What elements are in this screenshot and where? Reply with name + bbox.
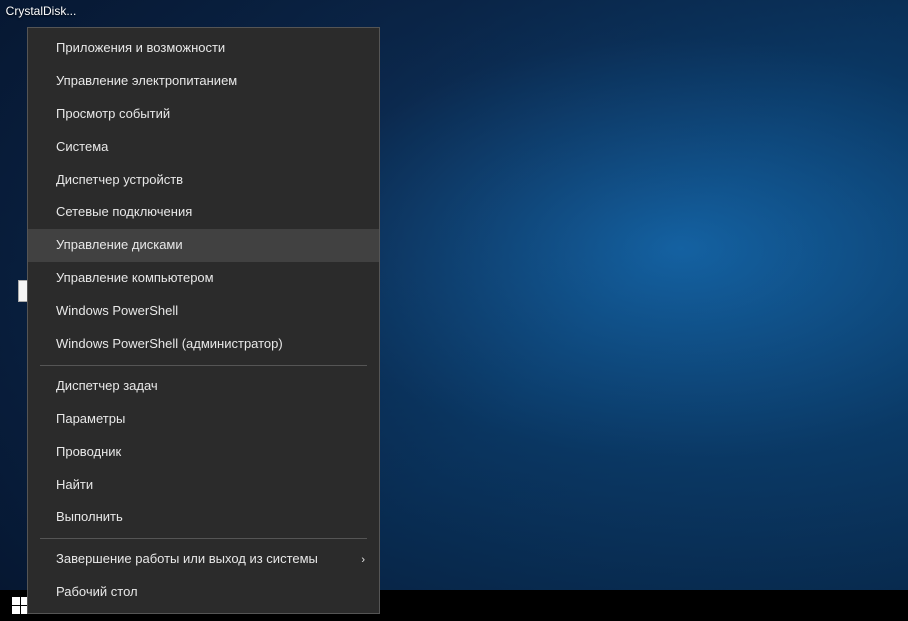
menu-item-label: Система bbox=[56, 139, 108, 156]
menu-item-power-mgmt[interactable]: Управление электропитанием bbox=[28, 65, 379, 98]
menu-item-label: Завершение работы или выход из системы bbox=[56, 551, 318, 568]
menu-item-label: Сетевые подключения bbox=[56, 204, 192, 221]
menu-item-search[interactable]: Найти bbox=[28, 469, 379, 502]
menu-item-device-manager[interactable]: Диспетчер устройств bbox=[28, 164, 379, 197]
menu-item-powershell-admin[interactable]: Windows PowerShell (администратор) bbox=[28, 328, 379, 361]
menu-item-label: Найти bbox=[56, 477, 93, 494]
menu-item-label: Диспетчер устройств bbox=[56, 172, 183, 189]
menu-item-powershell[interactable]: Windows PowerShell bbox=[28, 295, 379, 328]
menu-item-label: Просмотр событий bbox=[56, 106, 170, 123]
menu-item-label: Windows PowerShell bbox=[56, 303, 178, 320]
menu-item-label: Проводник bbox=[56, 444, 121, 461]
menu-item-shutdown-signout[interactable]: Завершение работы или выход из системы › bbox=[28, 543, 379, 576]
menu-item-label: Windows PowerShell (администратор) bbox=[56, 336, 283, 353]
menu-item-label: Приложения и возможности bbox=[56, 40, 225, 57]
menu-separator bbox=[40, 538, 367, 539]
menu-item-label: Управление электропитанием bbox=[56, 73, 237, 90]
menu-item-label: Рабочий стол bbox=[56, 584, 138, 601]
menu-item-explorer[interactable]: Проводник bbox=[28, 436, 379, 469]
menu-item-event-viewer[interactable]: Просмотр событий bbox=[28, 98, 379, 131]
menu-item-disk-management[interactable]: Управление дисками bbox=[28, 229, 379, 262]
menu-item-label: Управление компьютером bbox=[56, 270, 214, 287]
menu-item-computer-management[interactable]: Управление компьютером bbox=[28, 262, 379, 295]
desktop-icon-crystaldisk[interactable]: CrystalDisk... bbox=[2, 4, 80, 18]
menu-item-label: Диспетчер задач bbox=[56, 378, 158, 395]
winx-context-menu: Приложения и возможности Управление элект… bbox=[27, 27, 380, 614]
menu-item-system[interactable]: Система bbox=[28, 131, 379, 164]
menu-separator bbox=[40, 365, 367, 366]
windows-logo-icon bbox=[12, 597, 29, 614]
menu-item-label: Выполнить bbox=[56, 509, 123, 526]
menu-item-task-manager[interactable]: Диспетчер задач bbox=[28, 370, 379, 403]
menu-item-desktop[interactable]: Рабочий стол bbox=[28, 576, 379, 609]
menu-item-settings[interactable]: Параметры bbox=[28, 403, 379, 436]
menu-item-run[interactable]: Выполнить bbox=[28, 501, 379, 534]
chevron-right-icon: › bbox=[361, 553, 365, 567]
menu-item-apps-features[interactable]: Приложения и возможности bbox=[28, 32, 379, 65]
menu-item-label: Управление дисками bbox=[56, 237, 183, 254]
menu-item-network-connections[interactable]: Сетевые подключения bbox=[28, 196, 379, 229]
menu-item-label: Параметры bbox=[56, 411, 125, 428]
desktop-icon-label: CrystalDisk... bbox=[6, 4, 77, 18]
